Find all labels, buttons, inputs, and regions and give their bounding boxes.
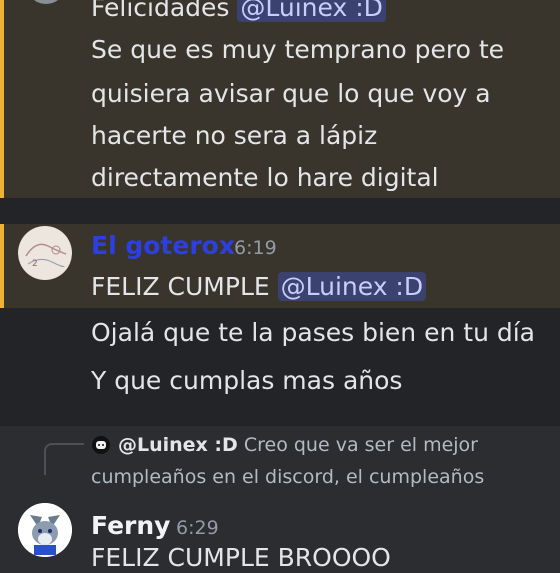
message-1-line-5: directamente lo hare digital [91,163,439,192]
fox-avatar-icon [18,503,72,557]
message-1-line-2: Se que es muy temprano pero te [91,35,505,64]
user-mention[interactable]: @Luinex :D [237,0,386,22]
message-text: FELIZ CUMPLE [91,272,278,301]
message-text: Felicidades [91,0,238,22]
message-2-line-3: Y que cumplas mas años [91,366,403,395]
message-1-line-3: quisiera avisar que lo que voy a [91,79,491,108]
message-3-line-1: FELIZ CUMPLE BROOOO [91,543,391,572]
message-1-line-1: Felicidades @Luinex :D [91,0,386,23]
user-mention[interactable]: @Luinex :D [277,272,427,301]
sketch-avatar-icon: 2 [19,227,71,279]
goterox-avatar[interactable]: 2 [18,226,72,280]
message-2-timestamp[interactable]: 6:19 [234,233,277,263]
svg-text:2: 2 [32,259,38,269]
reply-username[interactable]: @Luinex :D [118,434,238,456]
reply-connector [44,443,84,475]
reply-avatar[interactable] [92,436,110,454]
goterox-username[interactable]: El goterox [91,231,235,261]
cat-avatar-icon [92,436,110,454]
separator [0,198,560,224]
reply-preview-line-2: cumpleaños en el discord, el cumpleaños [91,466,485,488]
reply-text: Creo que va ser el mejor [237,434,478,456]
ferny-avatar[interactable] [18,503,72,557]
message-2-line-2: Ojalá que te la pases bien en tu día [91,318,535,347]
message-2-line-1: FELIZ CUMPLE @Luinex :D [91,272,427,302]
message-1-line-4: hacerte no sera a lápiz [91,121,378,150]
message-3-timestamp[interactable]: 6:29 [176,513,219,543]
ferny-username[interactable]: Ferny [91,511,170,541]
reply-preview[interactable]: @Luinex :D Creo que va ser el mejor [118,430,478,460]
